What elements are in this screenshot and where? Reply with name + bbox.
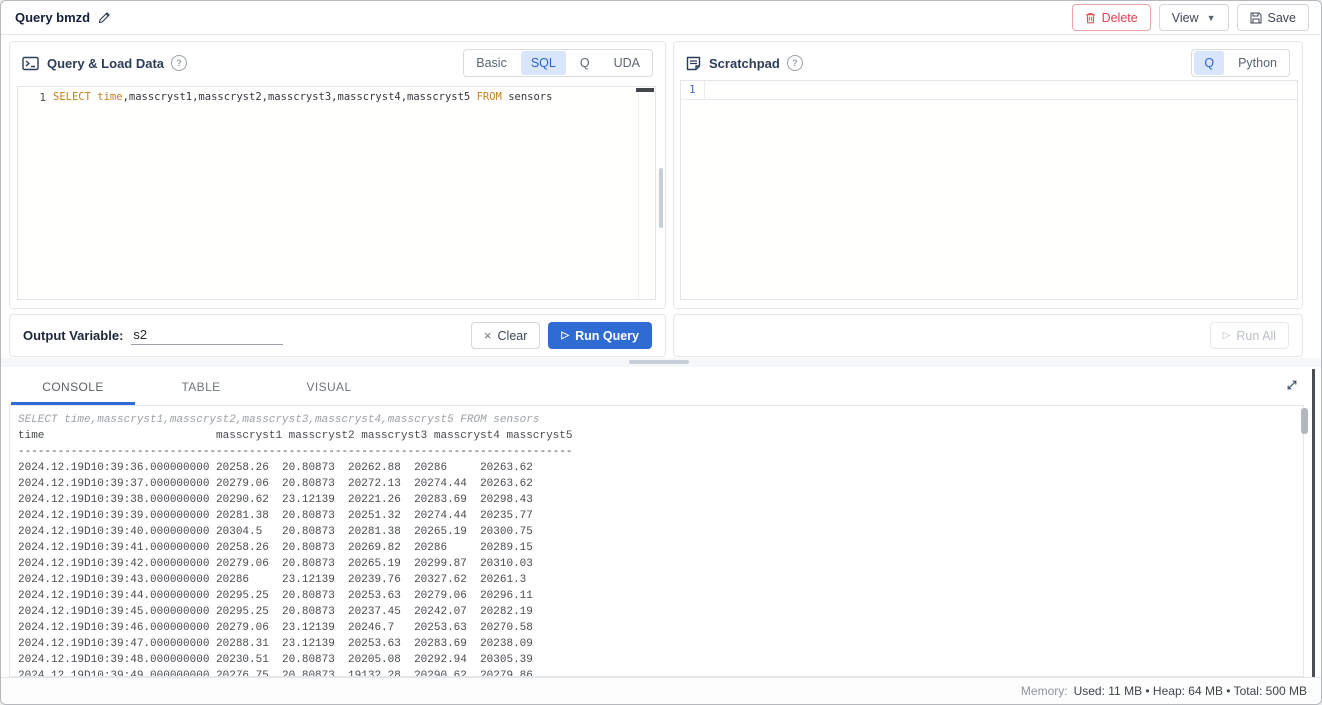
clear-button[interactable]: × Clear [471,322,540,349]
tab-python[interactable]: Python [1226,51,1289,75]
scratchpad-title: Scratchpad [709,56,780,71]
output-variable-input[interactable] [131,326,283,345]
sql-code-line: SELECT time,masscryst1,masscryst2,masscr… [53,89,552,106]
console-row: 2024.12.19D10:39:46.000000000 20279.06 2… [18,620,1293,636]
trash-icon [1085,12,1096,24]
query-help-icon[interactable]: ? [171,55,187,71]
app-window: Query bmzd Delete View ▼ Save Query & [0,0,1322,705]
delete-button-label: Delete [1102,11,1138,25]
console-row: 2024.12.19D10:39:45.000000000 20295.25 2… [18,604,1293,620]
query-language-tabs: BasicSQLQUDA [463,49,653,77]
scratchpad-language-tabs: QPython [1191,49,1290,77]
query-actions: × Clear ▷ Run Query [471,322,652,349]
close-icon: × [484,329,492,342]
console-header-line: time masscryst1 masscryst2 masscryst3 ma… [18,428,1293,444]
chevron-down-icon: ▼ [1207,13,1216,23]
tab-q[interactable]: Q [1194,51,1224,75]
output-variable-label: Output Variable: [23,328,123,343]
query-panel-header: Query & Load Data ? BasicSQLQUDA [10,42,665,84]
view-button[interactable]: View ▼ [1159,4,1229,31]
results-scrollbar[interactable] [1312,369,1315,679]
clear-button-label: Clear [498,329,528,343]
save-button-label: Save [1268,11,1297,25]
memory-detail: Used: 11 MB • Heap: 64 MB • Total: 500 M… [1074,684,1307,698]
play-icon: ▷ [561,331,569,341]
save-icon [1250,12,1262,24]
title-bar: Query bmzd Delete View ▼ Save [1,1,1321,35]
run-query-button-label: Run Query [575,329,639,343]
vertical-splitter-handle[interactable] [659,168,663,228]
sql-line-number: 1 [18,89,53,106]
horizontal-splitter-handle[interactable] [629,360,689,364]
tab-uda[interactable]: UDA [602,51,652,75]
tab-console[interactable]: CONSOLE [9,369,137,405]
scratchpad-editor[interactable]: 1 [680,80,1298,300]
console-row: 2024.12.19D10:39:41.000000000 20258.26 2… [18,540,1293,556]
tab-visual[interactable]: VISUAL [265,369,393,405]
terminal-icon [22,56,39,71]
console-echo-line: SELECT time,masscryst1,masscryst2,masscr… [18,412,1293,428]
run-all-panel: ▷ Run All [673,314,1303,357]
console-row: 2024.12.19D10:39:48.000000000 20230.51 2… [18,652,1293,668]
console-row: 2024.12.19D10:39:47.000000000 20288.31 2… [18,636,1293,652]
console-separator-line: ----------------------------------------… [18,444,1293,460]
sql-editor-scroll-track [638,87,639,299]
save-button[interactable]: Save [1237,4,1310,31]
console-scroll-thumb[interactable] [1301,408,1308,434]
sql-editor-scroll-thumb[interactable] [636,88,654,92]
tab-table[interactable]: TABLE [137,369,265,405]
tab-basic[interactable]: Basic [464,51,519,75]
view-button-label: View [1172,11,1199,25]
run-all-button-label: Run All [1236,329,1276,343]
expand-icon[interactable] [1285,378,1299,392]
console-row: 2024.12.19D10:39:36.000000000 20258.26 2… [18,460,1293,476]
sql-editor-line: 1 SELECT time,masscryst1,masscryst2,mass… [18,87,655,106]
scratchpad-header: Scratchpad ? QPython [674,42,1302,84]
status-bar: Memory: Used: 11 MB • Heap: 64 MB • Tota… [1,677,1321,704]
console-row: 2024.12.19D10:39:44.000000000 20295.25 2… [18,588,1293,604]
memory-label: Memory: [1021,684,1068,698]
output-variable-panel: Output Variable: × Clear ▷ Run Query [9,314,666,357]
tab-sql[interactable]: SQL [521,51,566,75]
query-panel-title: Query & Load Data [47,56,164,71]
run-query-button[interactable]: ▷ Run Query [548,322,652,349]
edit-title-icon[interactable] [98,11,111,24]
page-title: Query bmzd [15,10,90,25]
console-row: 2024.12.19D10:39:42.000000000 20279.06 2… [18,556,1293,572]
console-row: 2024.12.19D10:39:38.000000000 20290.62 2… [18,492,1293,508]
console-row: 2024.12.19D10:39:39.000000000 20281.38 2… [18,508,1293,524]
console-row: 2024.12.19D10:39:40.000000000 20304.5 20… [18,524,1293,540]
header-actions: Delete View ▼ Save [1072,4,1309,31]
query-panel: Query & Load Data ? BasicSQLQUDA 1 SELEC… [9,41,666,309]
sql-editor[interactable]: 1 SELECT time,masscryst1,masscryst2,mass… [17,86,656,300]
results-tabs: CONSOLETABLEVISUAL [9,369,393,405]
console-row: 2024.12.19D10:39:37.000000000 20279.06 2… [18,476,1293,492]
console-row: 2024.12.19D10:39:43.000000000 20286 23.1… [18,572,1293,588]
scratchpad-panel: Scratchpad ? QPython 1 [673,41,1303,309]
play-icon: ▷ [1223,331,1231,341]
console-row: 2024.12.19D10:39:49.000000000 20276.75 2… [18,668,1293,677]
scratchpad-icon [686,56,701,71]
scratchpad-editor-line: 1 [681,81,1297,100]
scratchpad-line-number: 1 [681,81,705,99]
run-all-button[interactable]: ▷ Run All [1210,322,1289,349]
delete-button[interactable]: Delete [1072,4,1151,31]
console-output[interactable]: SELECT time,masscryst1,masscryst2,masscr… [9,405,1304,677]
tab-q[interactable]: Q [568,51,602,75]
scratchpad-help-icon[interactable]: ? [787,55,803,71]
